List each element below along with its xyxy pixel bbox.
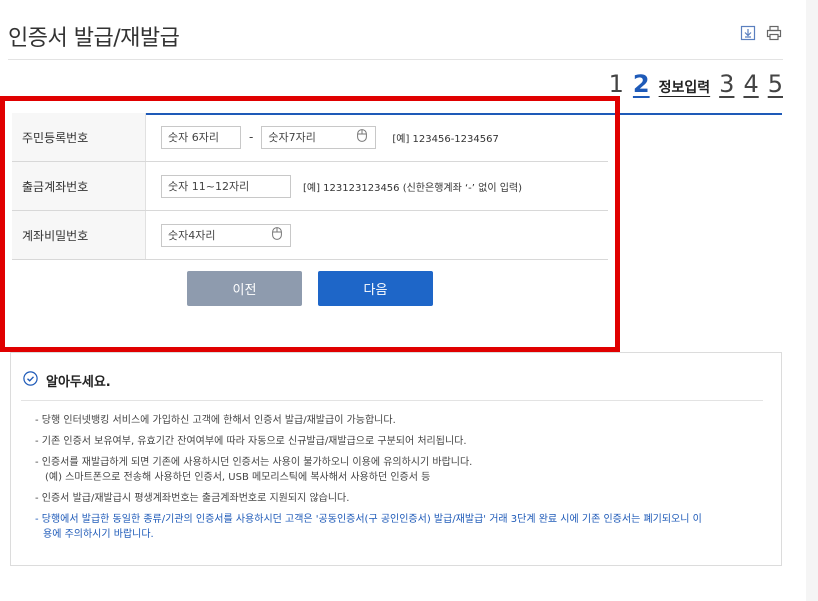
account-password-input[interactable]: 숫자4자리 bbox=[161, 223, 291, 247]
form-row-account-number: 출금계좌번호 숫자 11~12자리 [예] 123123123456 (신한은행… bbox=[12, 162, 608, 211]
account-password-label: 계좌비밀번호 bbox=[12, 211, 146, 259]
step-1: 1 bbox=[608, 70, 624, 98]
account-number-input[interactable]: 숫자 11~12자리 bbox=[161, 174, 291, 198]
notice-item-important: - 당행에서 발급한 동일한 종류/기관의 인증서를 사용하시던 고객은 '공동… bbox=[35, 514, 702, 540]
account-number-hint: [예] 123123123456 (신한은행계좌 ‘-’ 없이 입력) bbox=[303, 182, 523, 194]
print-icon[interactable] bbox=[766, 25, 782, 41]
resident-number-back-input[interactable]: 숫자7자리 bbox=[261, 125, 377, 149]
notice-item: - 인증서를 재발급하게 되면 기존에 사용하시던 인증서는 사용이 불가하오니… bbox=[35, 455, 755, 485]
form-buttons: 이전 다음 bbox=[12, 271, 608, 306]
form-row-account-password: 계좌비밀번호 숫자4자리 bbox=[12, 211, 608, 260]
resident-number-label: 주민등록번호 bbox=[12, 113, 146, 161]
account-number-label: 출금계좌번호 bbox=[12, 162, 146, 210]
prev-button[interactable]: 이전 bbox=[187, 271, 302, 306]
page-scrollbar[interactable] bbox=[806, 0, 818, 601]
notice-item-text: - 인증서를 재발급하게 되면 기존에 사용하시던 인증서는 사용이 불가하오니… bbox=[35, 457, 473, 468]
page-title: 인증서 발급/재발급 bbox=[8, 26, 180, 51]
notice-panel: 알아두세요. - 당행 인터넷뱅킹 서비스에 가입하신 고객에 한해서 인증서 … bbox=[10, 352, 782, 566]
notice-list: - 당행 인터넷뱅킹 서비스에 가입하신 고객에 한해서 인증서 발급/재발급이… bbox=[35, 413, 755, 548]
mouse-keypad-icon[interactable] bbox=[272, 227, 282, 243]
next-button[interactable]: 다음 bbox=[318, 271, 433, 306]
notice-item-example: (예) 스마트폰으로 전송해 사용하던 인증서, USB 메모리스틱에 복사해서… bbox=[45, 472, 431, 483]
title-divider bbox=[8, 59, 783, 60]
step-indicator: 1 2 정보입력 3 4 5 bbox=[609, 70, 783, 98]
form-row-resident-number: 주민등록번호 숫자 6자리 - 숫자7자리 [예] 123456-1234567 bbox=[12, 113, 608, 162]
step-3: 3 bbox=[719, 70, 735, 98]
notice-divider bbox=[21, 400, 763, 401]
step-2-label: 정보입력 bbox=[658, 80, 711, 96]
check-circle-icon bbox=[23, 371, 38, 390]
resident-number-front-input[interactable]: 숫자 6자리 bbox=[161, 125, 241, 149]
notice-item: - 인증서 발급/재발급시 평생계좌번호는 출금계좌번호로 지원되지 않습니다. bbox=[35, 493, 350, 504]
notice-title: 알아두세요. bbox=[46, 375, 111, 390]
download-icon[interactable] bbox=[740, 25, 756, 41]
info-form: 주민등록번호 숫자 6자리 - 숫자7자리 [예] 123456-1234567… bbox=[12, 113, 608, 260]
notice-item: - 기존 인증서 보유여부, 유효기간 잔여여부에 따라 자동으로 신규발급/재… bbox=[35, 436, 467, 447]
mouse-keypad-icon[interactable] bbox=[357, 129, 368, 145]
step-2-current: 2 bbox=[632, 70, 650, 98]
step-4: 4 bbox=[743, 70, 759, 98]
toolbar bbox=[740, 25, 782, 41]
notice-item: - 당행 인터넷뱅킹 서비스에 가입하신 고객에 한해서 인증서 발급/재발급이… bbox=[35, 415, 396, 426]
resident-number-dash: - bbox=[249, 130, 254, 144]
step-5: 5 bbox=[767, 70, 783, 98]
resident-number-hint: [예] 123456-1234567 bbox=[392, 133, 499, 145]
